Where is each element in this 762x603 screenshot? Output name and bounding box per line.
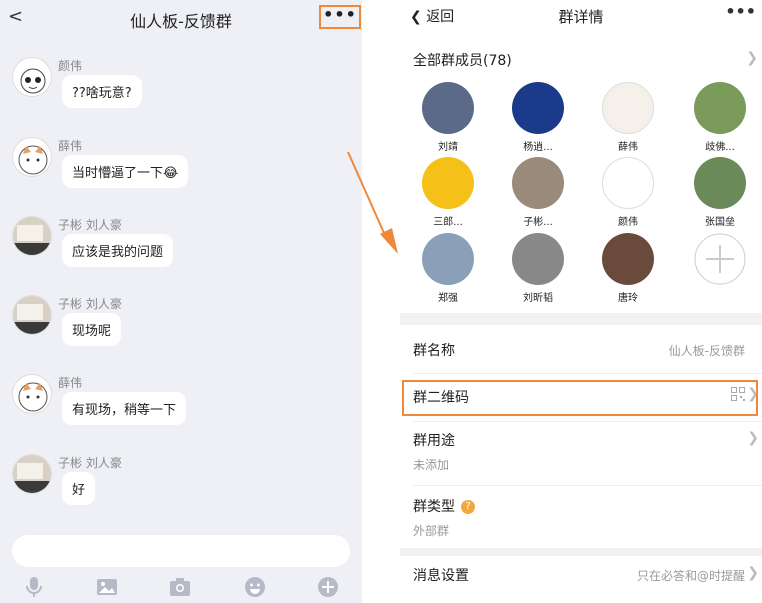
group-name-row[interactable]: 群名称 仙人板-反馈群 [413,340,755,360]
member-item[interactable]: 杨逍... [498,82,578,153]
member-item[interactable]: 三郎... [408,157,488,228]
chevron-right-icon: ❯ [747,565,759,581]
member-name: 刘靖 [438,142,458,153]
sender-name: 薛伟 [58,376,83,390]
group-purpose-value: 未添加 [413,458,450,472]
member-item[interactable]: 子彬... [498,157,578,228]
input-toolbar [0,573,362,601]
member-avatar [512,157,564,209]
message-input[interactable] [12,535,350,567]
member-avatar [602,233,654,285]
row-divider [413,485,762,486]
camera-icon[interactable] [168,575,192,599]
emoji-icon[interactable] [243,575,267,599]
transition-arrow-icon [347,151,398,254]
member-name: 郑强 [438,293,458,304]
message-settings-row[interactable]: 消息设置 只在必答和@时提醒 ❯ [413,565,759,585]
section-divider [400,313,762,325]
typewriter-avatar[interactable] [12,216,52,256]
message-bubble[interactable]: 应该是我的问题 [62,234,174,267]
member-avatar [422,233,474,285]
sender-name: 子彬 刘人豪 [58,297,122,311]
microphone-icon[interactable] [22,575,46,599]
group-purpose-row[interactable]: 群用途 未添加 ❯ [413,430,759,473]
member-item[interactable]: 刘靖 [408,82,488,153]
member-name: 杨逍... [523,142,553,153]
chevron-right-icon: ❯ [746,50,758,66]
group-type-label: 群类型 [413,499,455,515]
member-name: 子彬... [523,217,553,228]
member-avatar [602,157,654,209]
group-type-row: 群类型? 外部群 [413,496,755,539]
message-bubble[interactable]: ??啥玩意? [62,75,142,108]
member-name: 薛伟 [618,142,638,153]
section-divider [400,548,762,556]
message-bubble[interactable]: 现场呢 [62,313,122,346]
details-title: 群详情 [558,8,604,26]
typewriter-avatar[interactable] [12,454,52,494]
member-avatar [602,82,654,134]
cat-avatar[interactable] [12,137,52,177]
member-avatar [422,157,474,209]
members-header[interactable]: 全部群成员(78) [413,50,512,70]
message-settings-value: 只在必答和@时提醒 [636,569,745,583]
more-options-button[interactable]: ••• [319,5,361,29]
chat-title: 仙人板-反馈群 [130,12,232,31]
sender-name: 子彬 刘人豪 [58,456,122,470]
plus-icon[interactable] [316,575,340,599]
cat-avatar[interactable] [12,374,52,414]
member-item[interactable]: 歧佛... [680,82,760,153]
member-avatar [694,157,746,209]
details-header: ❮ 返回 群详情 ••• [400,0,762,34]
group-details-screen: ❮ 返回 群详情 ••• 全部群成员(78) ❯ 刘靖 杨逍... 薛伟 歧佛... 三… [400,0,762,603]
add-member-button[interactable] [680,233,760,289]
chat-screen: < 仙人板-反馈群 ••• 颜伟 ??啥玩意? 薛伟 当时懵逼了一下😂 子彬 刘人豪 应该… [0,0,362,603]
plus-icon [694,233,746,285]
typewriter-avatar[interactable] [12,295,52,335]
member-item[interactable]: 唐玲 [588,233,668,304]
member-avatar [512,233,564,285]
chat-header: < 仙人板-反馈群 ••• [0,0,362,36]
row-divider [413,421,762,422]
member-name: 三郎... [433,217,463,228]
member-item[interactable]: 颜伟 [588,157,668,228]
member-name: 颜伟 [618,217,638,228]
member-name: 歧佛... [705,142,735,153]
highlight-box [402,380,758,416]
group-purpose-label: 群用途 [413,433,455,449]
sender-name: 颜伟 [58,59,83,73]
message-bubble[interactable]: 当时懵逼了一下😂 [62,155,189,188]
member-name: 张国垒 [705,217,735,228]
member-avatar [422,82,474,134]
member-item[interactable]: 张国垒 [680,157,760,228]
image-icon[interactable] [95,575,119,599]
help-icon[interactable]: ? [461,500,475,514]
member-item[interactable]: 刘昕韬 [498,233,578,304]
chevron-right-icon: ❯ [747,430,759,446]
cat-sketch-avatar[interactable] [12,57,52,97]
more-options-button[interactable]: ••• [725,2,756,21]
group-type-value: 外部群 [413,524,450,538]
sender-name: 子彬 刘人豪 [58,218,122,232]
member-item[interactable]: 郑强 [408,233,488,304]
sender-name: 薛伟 [58,139,83,153]
member-avatar [694,82,746,134]
member-item[interactable]: 薛伟 [588,82,668,153]
member-name: 刘昕韬 [523,293,553,304]
message-bubble[interactable]: 有现场，稍等一下 [62,392,187,425]
group-name-value: 仙人板-反馈群 [668,344,745,358]
member-name: 唐玲 [618,293,638,304]
member-avatar [512,82,564,134]
row-divider [413,373,762,374]
message-bubble[interactable]: 好 [62,472,96,505]
